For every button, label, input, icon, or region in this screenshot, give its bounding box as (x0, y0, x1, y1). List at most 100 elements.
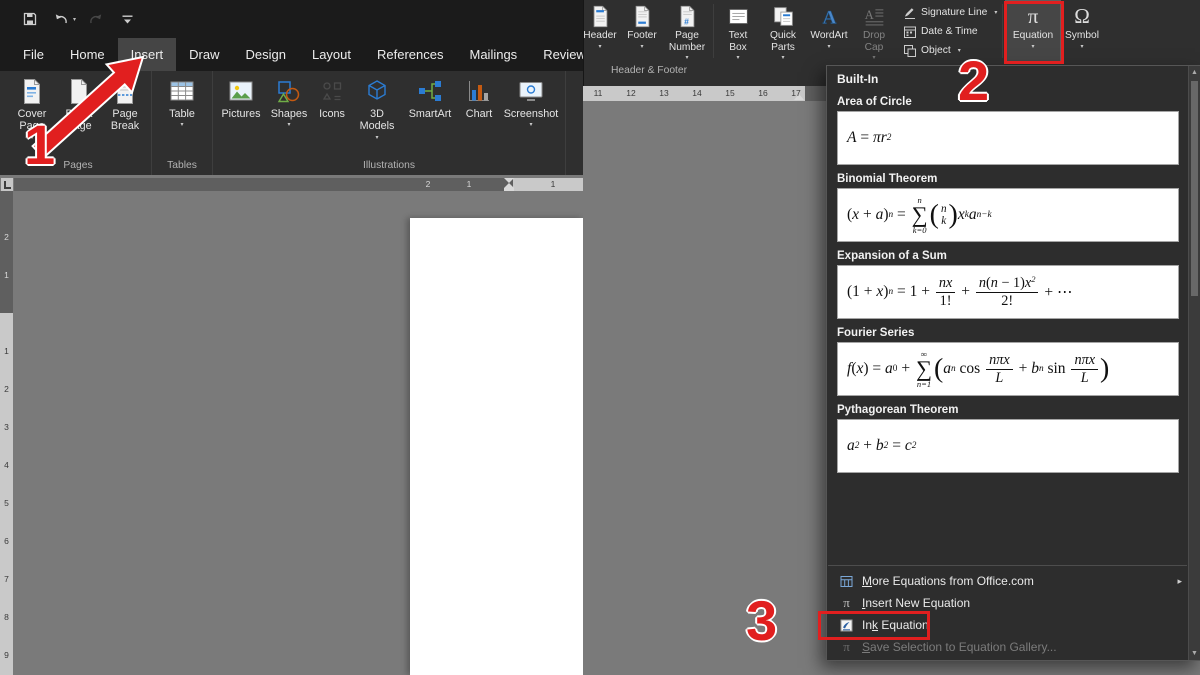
text-box-icon (727, 3, 750, 29)
ruler-number: 11 (594, 88, 603, 98)
ruler-number: 12 (626, 88, 635, 98)
dropdown-chevron-icon: ▾ (669, 55, 705, 61)
dropdown-chevron-icon: ▾ (810, 44, 847, 50)
ruler-number: 3 (0, 422, 13, 432)
button-footer[interactable]: Footer▾ (621, 0, 663, 62)
header-icon (589, 3, 612, 29)
equation-item-expansion-of-a-sum[interactable]: (1 + x)n = 1 + nx1! + n(n − 1)x22! + ⋯ (837, 265, 1179, 319)
ruler-number: 15 (725, 88, 734, 98)
dropdown-chevron-icon: ▾ (729, 55, 748, 61)
group-separator (713, 4, 714, 58)
button-3d-models[interactable]: 3D Models▾ (352, 71, 402, 159)
dropdown-chevron-icon: ▾ (584, 44, 617, 50)
equation-section-label: Binomial Theorem (837, 173, 1176, 185)
dropdown-chevron-icon: ▾ (627, 44, 656, 50)
equation-item-pythagorean-theorem[interactable]: a2 + b2 = c2 (837, 419, 1179, 473)
ribbon-right-buttons: Header▾Footer▾#Page Number▾Text Box▾Quic… (584, 0, 1200, 62)
ruler-number: 16 (758, 88, 767, 98)
ruler-number: 1 (0, 270, 13, 280)
tab-design[interactable]: Design (233, 38, 299, 71)
button-shapes[interactable]: Shapes▾ (266, 71, 312, 159)
button-chart[interactable]: Chart (458, 71, 500, 159)
svg-text:A: A (822, 7, 836, 27)
ruler-number: 2 (0, 232, 13, 242)
annotation-box-ink-equation (818, 611, 930, 640)
svg-text:A: A (864, 8, 873, 22)
left-indent-marker[interactable] (504, 188, 514, 191)
equation-gallery: Area of Circle A = πr2 Binomial Theorem (x … (827, 96, 1188, 473)
button-signature-line[interactable]: Signature Line▾ (902, 3, 998, 22)
button-icons[interactable]: Icons (312, 71, 352, 159)
equation-item-binomial-theorem[interactable]: (x + a)n = n∑k=0(nk)xkan−k (837, 188, 1179, 242)
icons-icon (319, 77, 345, 105)
button-symbol[interactable]: ΩSymbol▾ (1061, 0, 1103, 62)
customize-quick-access-icon[interactable] (116, 8, 138, 30)
button-quick-parts[interactable]: Quick Parts▾ (760, 0, 806, 62)
3d-models-icon (364, 77, 390, 105)
dropdown-chevron-icon: ▾ (504, 122, 559, 128)
equation-section-label: Pythagorean Theorem (837, 404, 1176, 416)
vertical-ruler[interactable]: 21123456789 (0, 191, 13, 675)
tab-draw[interactable]: Draw (176, 38, 232, 71)
scroll-down-icon[interactable]: ▼ (1189, 647, 1200, 660)
ruler-number: 1 (0, 346, 13, 356)
object-icon (902, 44, 917, 58)
ruler-number: 7 (0, 574, 13, 584)
save-gallery-icon: π (839, 639, 854, 655)
dropdown-chevron-icon: ▾ (863, 55, 885, 61)
button-smartart[interactable]: SmartArt (402, 71, 458, 159)
scrollbar[interactable]: ▲ ▼ (1188, 66, 1200, 660)
equation-item-fourier-series[interactable]: f(x) = a0 + ∞∑n=1(an cos nπxL + bn sin n… (837, 342, 1179, 396)
ruler-number: 2 (426, 179, 431, 189)
button-date-time[interactable]: Date & Time (902, 22, 998, 41)
screenshot-icon (518, 77, 544, 105)
horizontal-ruler[interactable]: 2 1 1 (14, 178, 583, 191)
annotation-step-1: 1 (24, 112, 55, 177)
button-screenshot[interactable]: Screenshot▾ (500, 71, 562, 159)
button-header[interactable]: Header▾ (584, 0, 621, 62)
signature-line-icon (902, 6, 917, 20)
scrollbar-thumb[interactable] (1191, 81, 1198, 296)
scroll-up-icon[interactable]: ▲ (1189, 66, 1200, 79)
button-pictures[interactable]: Pictures (216, 71, 266, 159)
annotation-box-equation (1004, 1, 1064, 64)
button-drop-cap[interactable]: ADrop Cap▾ (852, 0, 896, 62)
save-icon[interactable] (19, 8, 41, 30)
group-separator (1002, 4, 1003, 58)
table-icon (169, 77, 195, 105)
button-page-number[interactable]: #Page Number▾ (663, 0, 711, 62)
annotation-step-3: 3 (746, 588, 777, 653)
undo-icon[interactable] (50, 8, 72, 30)
indent-markers[interactable] (503, 178, 515, 191)
quick-parts-icon (772, 3, 795, 29)
gallery-icon (839, 575, 854, 588)
ribbon-group-illustrations: PicturesShapes▾Icons3D Models▾SmartArtCh… (213, 71, 566, 175)
tab-selector[interactable] (1, 178, 13, 191)
equation-section-label: Fourier Series (837, 327, 1176, 339)
svg-text:#: # (684, 16, 689, 26)
dropdown-chevron-icon: ▾ (994, 9, 997, 16)
tab-layout[interactable]: Layout (299, 38, 364, 71)
page-number-icon: # (676, 3, 699, 29)
equation-section-label: Area of Circle (837, 96, 1176, 108)
dropdown-chevron-icon: ▾ (770, 55, 796, 61)
ruler-number: 1 (467, 179, 472, 189)
button-text-box[interactable]: Text Box▾ (716, 0, 760, 62)
dropdown-chevron-icon: ▾ (271, 122, 308, 128)
tab-references[interactable]: References (364, 38, 456, 71)
horizontal-ruler-right[interactable]: 11121314151617 (583, 86, 826, 101)
ruler-number: 1 (551, 179, 556, 189)
footer-icon (631, 3, 654, 29)
menu-item-more-equations-from-office-com[interactable]: More Equations from Office.com▸ (827, 570, 1188, 592)
tab-mailings[interactable]: Mailings (457, 38, 531, 71)
redo-icon[interactable] (85, 8, 107, 30)
document-page[interactable] (410, 218, 583, 675)
date-time-icon (902, 25, 917, 39)
equation-dropdown: Built-In Area of CircleA = πr2Binomial T… (826, 65, 1200, 661)
equation-item-area-of-circle[interactable]: A = πr2 (837, 111, 1179, 165)
chart-icon (466, 77, 492, 105)
button-wordart[interactable]: AWordArt▾ (806, 0, 852, 62)
ruler-number: 13 (659, 88, 668, 98)
titlebar: ▾ (0, 0, 583, 38)
pictures-icon (228, 77, 254, 105)
